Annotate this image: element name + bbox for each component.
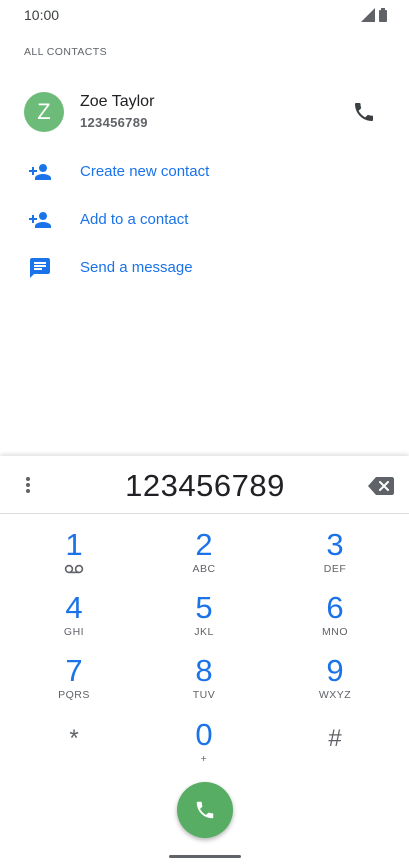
key-digit: 5 <box>195 590 213 625</box>
key-letters: ABC <box>192 563 216 575</box>
key-digit: 7 <box>65 653 83 688</box>
status-icons <box>361 8 387 22</box>
more-vert-icon[interactable] <box>18 475 38 495</box>
key-digit: 6 <box>326 590 344 625</box>
dialpad-key-8[interactable]: 8 TUV <box>154 654 254 712</box>
create-new-contact-button[interactable]: Create new contact <box>0 152 409 192</box>
dialpad-key-1[interactable]: 1 <box>24 528 124 586</box>
contact-row[interactable]: Z Zoe Taylor 123456789 <box>0 88 409 136</box>
add-to-contact-label: Add to a contact <box>80 211 189 228</box>
key-letters: MNO <box>322 626 348 638</box>
key-digit: * <box>69 725 79 752</box>
create-new-contact-label: Create new contact <box>80 163 210 180</box>
key-digit: 9 <box>326 653 344 688</box>
status-bar: 10:00 <box>0 0 409 30</box>
key-letters: + <box>200 753 208 765</box>
phone-icon <box>196 801 214 819</box>
battery-icon <box>379 8 387 22</box>
key-letters: PQRS <box>58 689 90 701</box>
dialpad-key-5[interactable]: 5 JKL <box>154 591 254 649</box>
status-time: 10:00 <box>24 7 60 23</box>
key-letters: DEF <box>323 563 347 575</box>
dialpad-key-3[interactable]: 3 DEF <box>285 528 385 586</box>
person-add-icon <box>29 164 51 180</box>
person-add-icon <box>29 212 51 228</box>
key-letters: GHI <box>63 626 85 638</box>
message-icon <box>30 258 50 278</box>
home-indicator[interactable] <box>169 855 241 858</box>
call-button[interactable] <box>177 782 233 838</box>
send-message-label: Send a message <box>80 259 193 276</box>
key-digit: # <box>328 725 342 752</box>
key-digit: 8 <box>195 653 213 688</box>
dialpad-key-0[interactable]: 0 + <box>154 718 254 776</box>
send-message-button[interactable]: Send a message <box>0 248 409 288</box>
dialpad-key-star[interactable]: * <box>24 722 124 780</box>
key-digit: 1 <box>65 527 83 562</box>
dialpad-key-4[interactable]: 4 GHI <box>24 591 124 649</box>
add-to-contact-button[interactable]: Add to a contact <box>0 200 409 240</box>
dialpad-key-7[interactable]: 7 PQRS <box>24 654 124 712</box>
dialpad-key-9[interactable]: 9 WXYZ <box>285 654 385 712</box>
key-digit: 0 <box>195 717 213 752</box>
section-label: ALL CONTACTS <box>24 46 107 58</box>
signal-icon <box>361 8 375 22</box>
dialpad-key-2[interactable]: 2 ABC <box>154 528 254 586</box>
digits-bar: 123456789 <box>0 456 409 514</box>
key-digit: 2 <box>195 527 213 562</box>
dialpad-key-hash[interactable]: # <box>285 722 385 780</box>
dialed-digits[interactable]: 123456789 <box>60 468 350 504</box>
backspace-icon[interactable] <box>368 477 394 495</box>
key-digit: 4 <box>65 590 83 625</box>
key-letters: TUV <box>192 689 216 701</box>
phone-icon[interactable] <box>352 100 376 124</box>
key-letters: JKL <box>194 626 214 638</box>
dialpad-key-6[interactable]: 6 MNO <box>285 591 385 649</box>
contact-name: Zoe Taylor <box>80 93 155 110</box>
contact-number: 123456789 <box>80 115 148 130</box>
key-digit: 3 <box>326 527 344 562</box>
key-letters: WXYZ <box>318 689 352 701</box>
voicemail-icon <box>64 564 84 574</box>
avatar: Z <box>24 92 64 132</box>
